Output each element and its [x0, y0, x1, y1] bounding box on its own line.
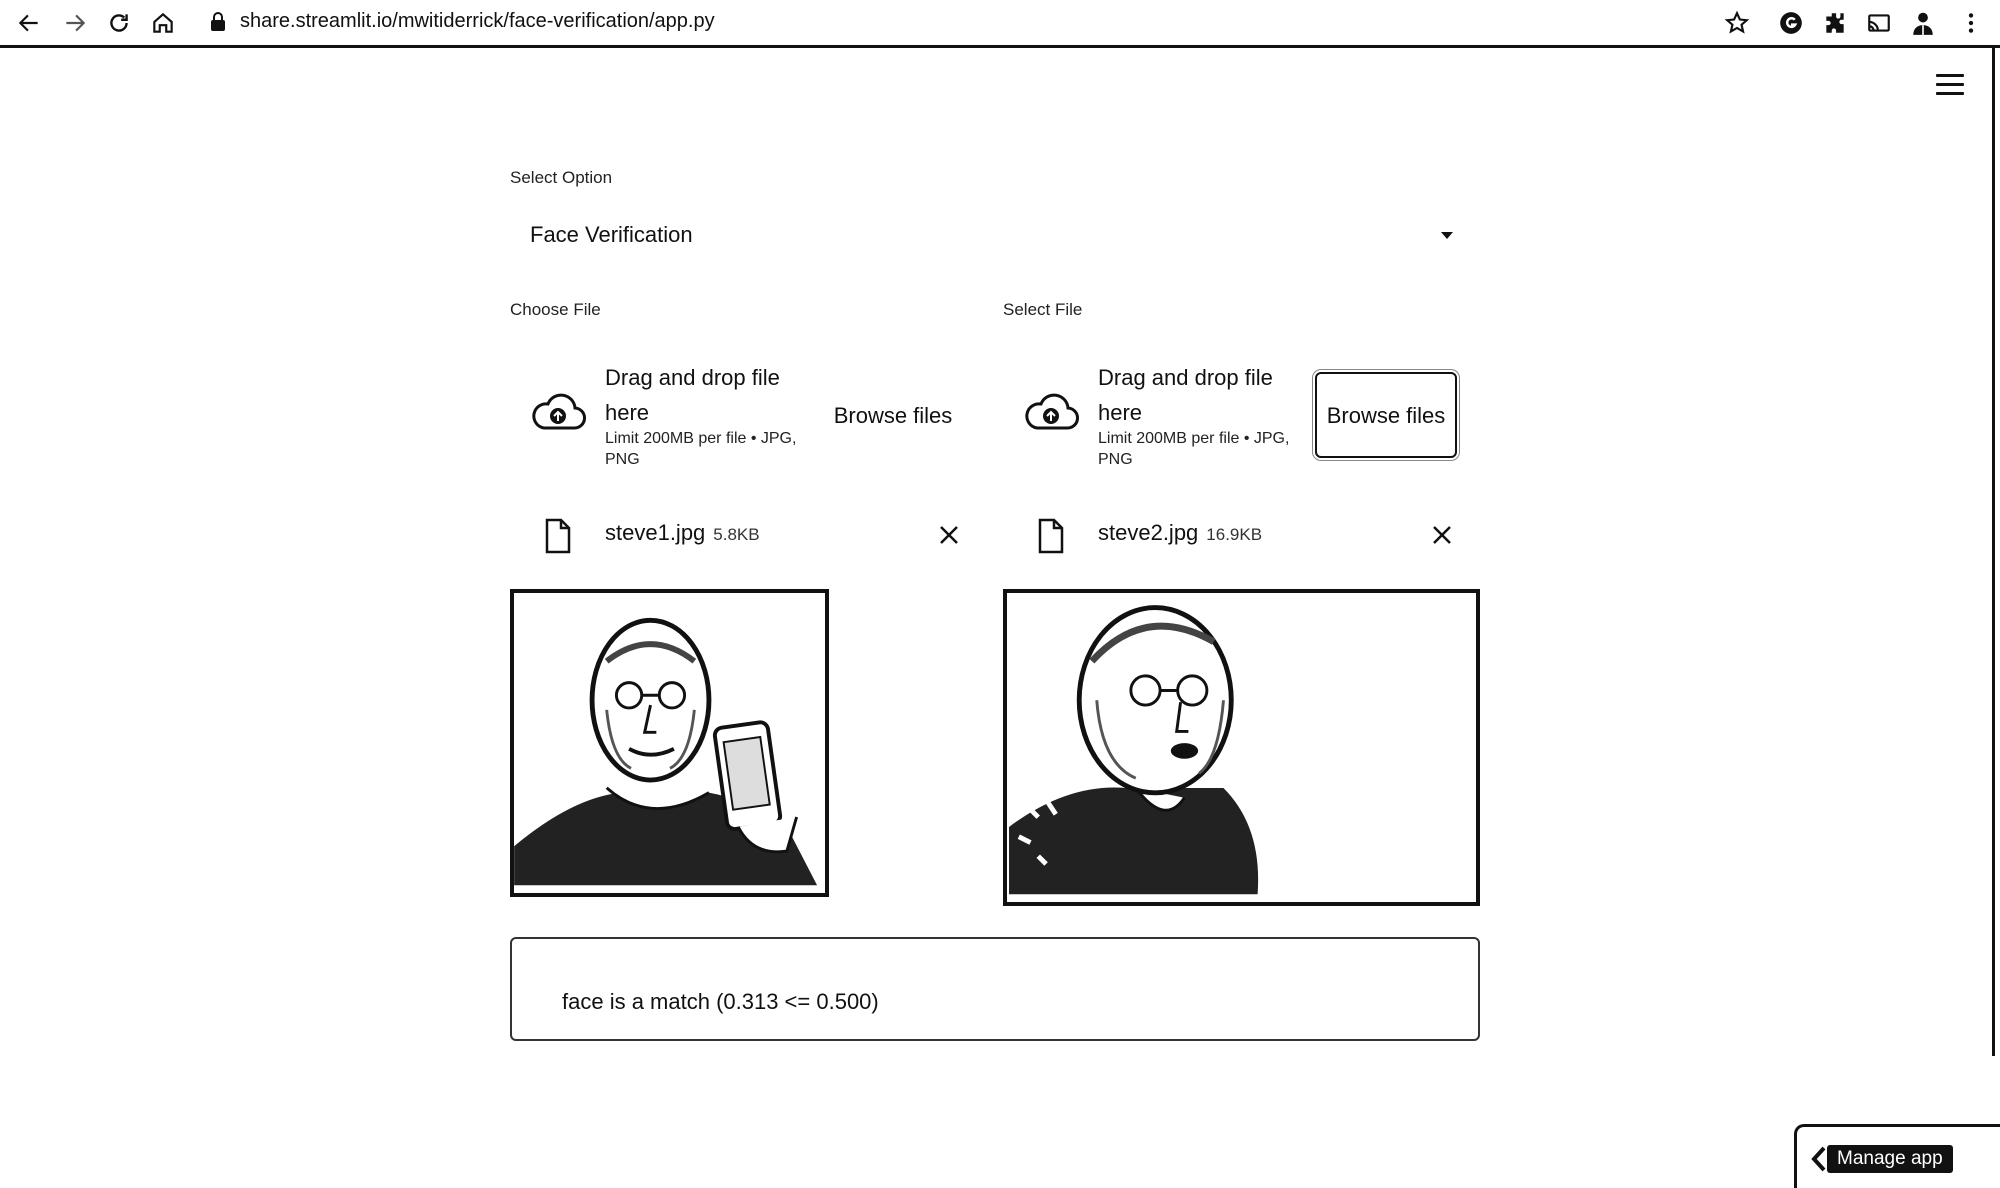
cloud-upload-icon: [532, 393, 586, 430]
close-icon[interactable]: [1427, 520, 1457, 550]
result-alert: face is a match (0.313 <= 0.500): [510, 937, 1480, 1041]
cast-icon[interactable]: [1862, 6, 1896, 40]
file-icon: [1038, 518, 1064, 554]
file-icon: [545, 518, 571, 554]
manage-app-panel[interactable]: Manage app: [1794, 1124, 2000, 1188]
uploaded-file-item: steve2.jpg 16.9KB: [1003, 512, 1473, 560]
file-size: 16.9KB: [1206, 525, 1263, 544]
file-dropzone-1[interactable]: Drag and drop file here Limit 200MB per …: [510, 350, 980, 480]
profile-avatar-icon[interactable]: [1906, 6, 1940, 40]
drop-instructions: Drag and drop file here: [605, 365, 780, 425]
browse-files-button[interactable]: Browse files: [1315, 372, 1457, 458]
drop-instructions: Drag and drop file here: [1098, 365, 1273, 425]
address-bar[interactable]: share.streamlit.io/mwitiderrick/face-ver…: [240, 8, 715, 34]
chevron-down-icon: [1441, 232, 1453, 239]
select-option-label: Select Option: [510, 168, 613, 187]
result-message: face is a match (0.313 <= 0.500): [562, 989, 879, 1014]
manage-app-button[interactable]: Manage app: [1827, 1145, 1953, 1173]
file-dropzone-2[interactable]: Drag and drop file here Limit 200MB per …: [1003, 350, 1473, 480]
reload-icon[interactable]: [102, 6, 136, 40]
home-icon[interactable]: [146, 6, 180, 40]
portrait-illustration: [514, 617, 818, 886]
uploaded-file-item: steve1.jpg 5.8KB: [510, 512, 980, 560]
grammarly-icon[interactable]: [1774, 6, 1808, 40]
browse-files-button[interactable]: Browse files: [822, 372, 964, 458]
select-file-label: Select File: [1003, 300, 1083, 319]
more-vert-icon[interactable]: [1954, 6, 1988, 40]
close-icon[interactable]: [934, 520, 964, 550]
upload-limit-text: Limit 200MB per file • JPG, PNG: [605, 430, 797, 468]
forward-arrow-icon[interactable]: [58, 6, 92, 40]
extensions-puzzle-icon[interactable]: [1818, 6, 1852, 40]
portrait-illustration: [1009, 605, 1259, 895]
option-selectbox[interactable]: Face Verification: [510, 210, 1465, 260]
scrollbar[interactable]: [1992, 48, 1995, 1056]
file-name: steve2.jpg: [1098, 520, 1199, 545]
chevron-left-icon: [1811, 1146, 1826, 1172]
upload-limit-text: Limit 200MB per file • JPG, PNG: [1098, 430, 1290, 468]
cloud-upload-icon: [1025, 393, 1079, 430]
uploaded-photo-1: [510, 589, 829, 897]
hamburger-menu-icon[interactable]: [1936, 74, 1964, 100]
back-arrow-icon[interactable]: [12, 6, 46, 40]
choose-file-label: Choose File: [510, 300, 601, 319]
lock-icon: [211, 12, 225, 31]
option-selected-value: Face Verification: [530, 222, 693, 247]
file-name: steve1.jpg: [605, 520, 706, 545]
file-size: 5.8KB: [713, 525, 760, 544]
uploaded-photo-2: [1003, 589, 1480, 906]
browser-toolbar: share.streamlit.io/mwitiderrick/face-ver…: [0, 0, 2000, 48]
bookmark-star-icon[interactable]: [1720, 6, 1754, 40]
